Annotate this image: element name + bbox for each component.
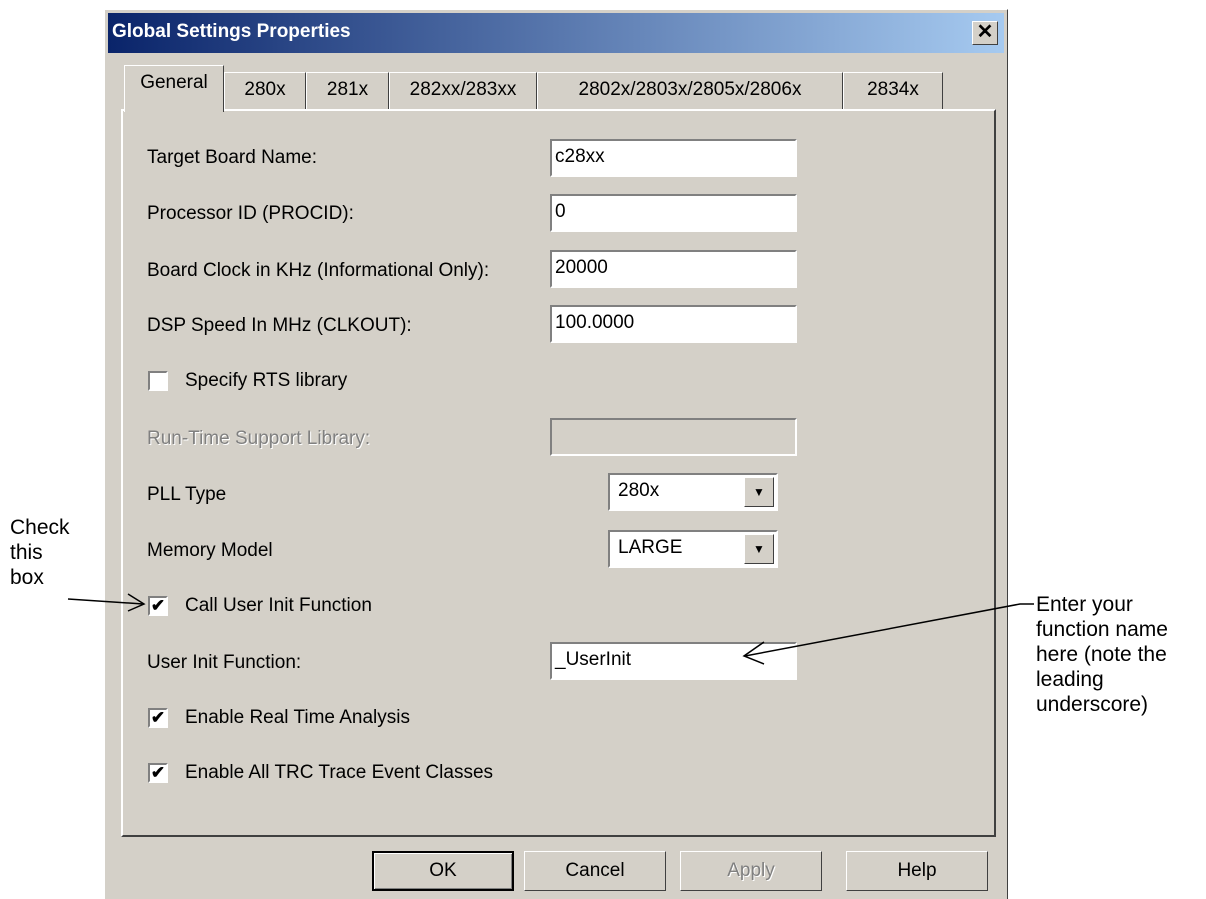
right-arrow-line — [744, 603, 1034, 657]
annotation-arrows — [67, 593, 1034, 665]
left-arrow-line — [67, 598, 144, 605]
tab-general[interactable]: General — [124, 65, 224, 112]
tab-label: General — [140, 72, 208, 93]
